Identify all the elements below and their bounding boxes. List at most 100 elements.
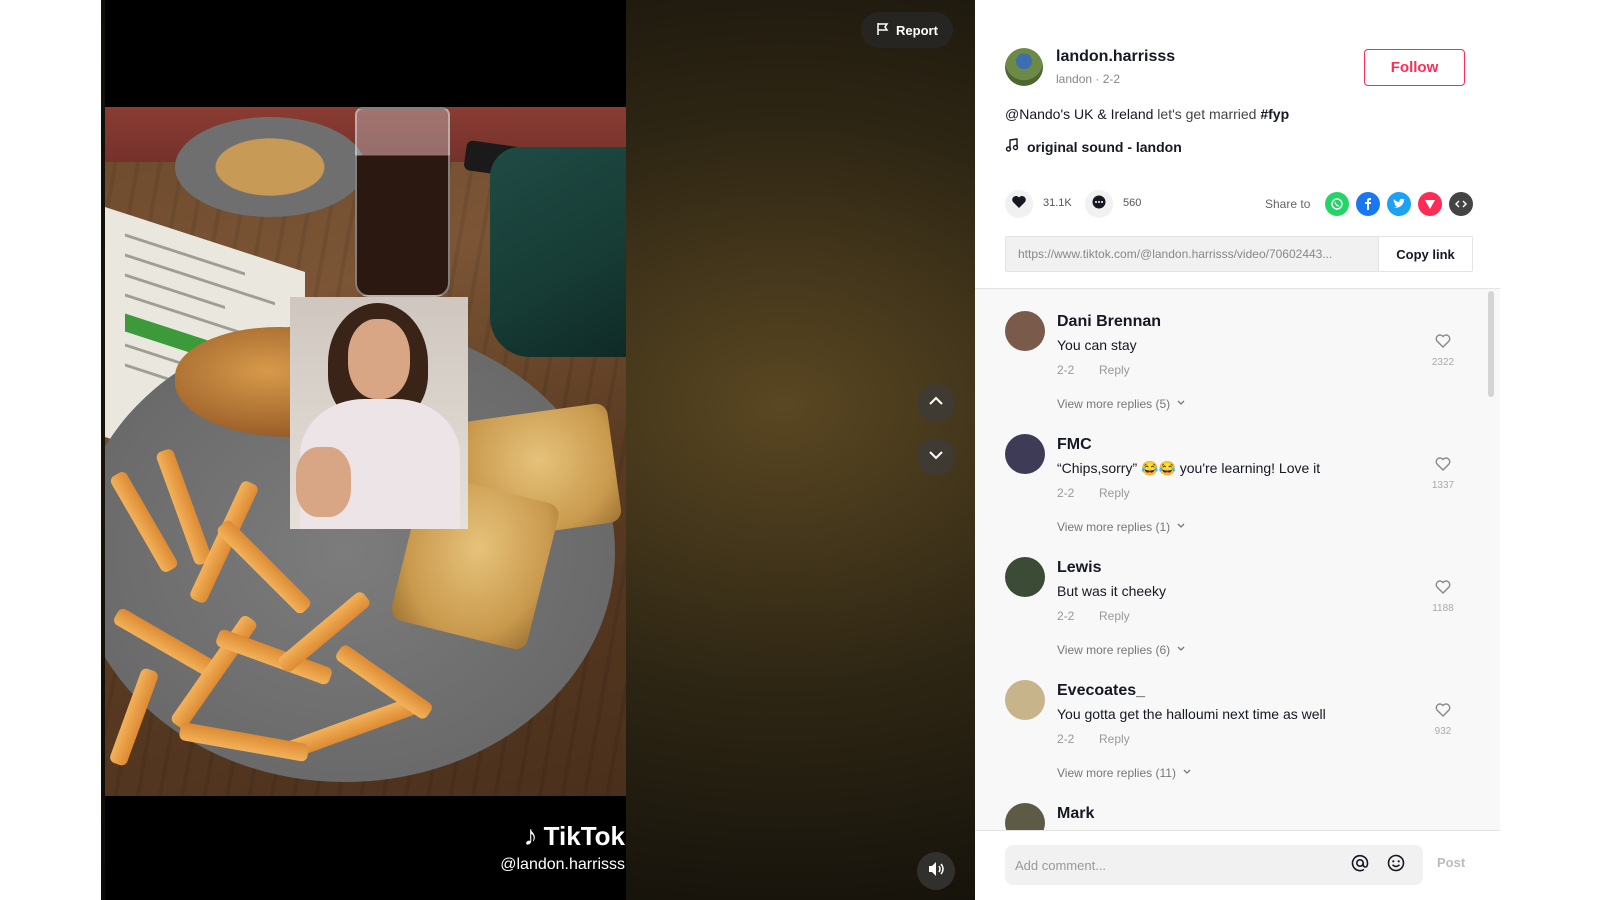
send-share-icon[interactable] — [1418, 192, 1442, 216]
view-more-replies[interactable]: View more replies (11) — [1057, 766, 1192, 780]
comment-author[interactable]: Evecoates_ — [1057, 682, 1145, 700]
video-player-area[interactable]: ♪ TikTok @landon.harrisss Report — [101, 0, 975, 900]
author-username[interactable]: landon.harrisss — [1056, 48, 1175, 66]
comment-text: “Chips,sorry” 😂😂 you're learning! Love i… — [1057, 460, 1321, 476]
comment-avatar[interactable] — [1005, 557, 1045, 597]
like-button[interactable] — [1005, 190, 1033, 218]
author-meta: landon · 2-2 — [1056, 72, 1121, 86]
comment-item: Dani Brennan You can stay 2-2 Reply View… — [975, 311, 1485, 431]
speaker-icon — [926, 859, 946, 884]
handbag — [490, 147, 626, 357]
comment-item: Lewis But was it cheeky 2-2 Reply View m… — [975, 557, 1485, 677]
reply-button[interactable]: Reply — [1099, 363, 1130, 377]
watermark-handle: @landon.harrisss — [500, 856, 625, 873]
caption-mention[interactable]: @Nando's UK & Ireland — [1005, 106, 1153, 122]
video-link-box: https://www.tiktok.com/@landon.harrisss/… — [1005, 236, 1473, 272]
comment-composer: Post — [975, 830, 1500, 900]
comment-like-button[interactable] — [1431, 577, 1455, 601]
comment-date: 2-2 — [1057, 609, 1075, 623]
engagement-row: 31.1K 560 Share to — [1005, 190, 1475, 220]
view-more-replies[interactable]: View more replies (6) — [1057, 643, 1186, 657]
embed-code-icon[interactable] — [1449, 192, 1473, 216]
view-more-replies[interactable]: View more replies (5) — [1057, 397, 1186, 411]
view-more-label: View more replies (6) — [1057, 643, 1171, 657]
comment-author[interactable]: FMC — [1057, 436, 1092, 454]
heart-outline-icon — [1434, 701, 1452, 724]
comment-author[interactable]: Lewis — [1057, 559, 1101, 577]
reply-button[interactable]: Reply — [1099, 732, 1130, 746]
caption-hashtag[interactable]: #fyp — [1260, 106, 1289, 122]
twitter-share-icon[interactable] — [1387, 192, 1411, 216]
tiktok-watermark: ♪ TikTok @landon.harrisss — [485, 820, 625, 874]
chevron-down-icon — [1182, 766, 1192, 780]
post-comment-button[interactable]: Post — [1437, 855, 1465, 870]
comment-count: 560 — [1123, 197, 1142, 209]
tiktok-note-icon: ♪ — [523, 820, 538, 851]
heart-outline-icon — [1434, 455, 1452, 478]
creator-overlay — [290, 297, 468, 529]
sound-label: original sound - landon — [1027, 138, 1182, 155]
comment-item: FMC “Chips,sorry” 😂😂 you're learning! Lo… — [975, 434, 1485, 554]
comments-list[interactable]: Dani Brennan You can stay 2-2 Reply View… — [975, 288, 1500, 830]
drink-glass — [355, 107, 450, 297]
view-more-replies[interactable]: View more replies (1) — [1057, 520, 1186, 534]
comment-date: 2-2 — [1057, 363, 1075, 377]
emoji-button[interactable] — [1384, 853, 1408, 877]
report-label: Report — [896, 22, 938, 38]
previous-video-button[interactable] — [917, 384, 955, 422]
chevron-down-icon — [927, 446, 945, 469]
comment-text: You gotta get the halloumi next time as … — [1057, 706, 1326, 722]
video-frame[interactable]: ♪ TikTok @landon.harrisss — [105, 0, 626, 900]
comment-text: You can stay — [1057, 337, 1137, 353]
comment-author[interactable]: Mark — [1057, 805, 1094, 823]
facebook-share-icon[interactable] — [1356, 192, 1380, 216]
like-count: 31.1K — [1043, 197, 1072, 209]
chevron-down-icon — [1176, 520, 1186, 534]
whatsapp-share-icon[interactable] — [1325, 192, 1349, 216]
comment-like-count: 1337 — [1431, 480, 1455, 491]
comment-like-count: 1188 — [1432, 603, 1454, 614]
comments-scrollbar[interactable] — [1488, 291, 1494, 397]
next-video-button[interactable] — [917, 438, 955, 476]
music-note-icon — [1005, 138, 1019, 155]
comment-like-count: 2322 — [1431, 357, 1455, 368]
follow-button[interactable]: Follow — [1364, 49, 1465, 86]
reply-button[interactable]: Reply — [1099, 609, 1130, 623]
comment-input-wrapper — [1005, 845, 1423, 885]
comment-author[interactable]: Dani Brennan — [1057, 313, 1161, 331]
comment-avatar[interactable] — [1005, 680, 1045, 720]
tiktok-logo: ♪ TikTok — [485, 820, 625, 852]
report-button[interactable]: Report — [861, 12, 953, 48]
comment-input[interactable] — [1015, 845, 1335, 885]
comment-button[interactable] — [1085, 190, 1113, 218]
sound-link[interactable]: original sound - landon — [1005, 138, 1182, 155]
comment-avatar[interactable] — [1005, 434, 1045, 474]
heart-outline-icon — [1434, 332, 1452, 355]
watermark-brand: TikTok — [543, 820, 625, 851]
comment-date: 2-2 — [1057, 732, 1075, 746]
share-label: Share to — [1265, 197, 1311, 211]
video-details-panel: landon.harrisss landon · 2-2 Follow @Nan… — [975, 0, 1500, 900]
copy-link-button[interactable]: Copy link — [1378, 237, 1472, 271]
comment-avatar[interactable] — [1005, 803, 1045, 830]
heart-outline-icon — [1434, 578, 1452, 601]
heart-icon — [1011, 194, 1027, 215]
comment-like-button[interactable] — [1431, 700, 1455, 724]
comment-bubble-icon — [1091, 194, 1107, 215]
comment-date: 2-2 — [1057, 486, 1075, 500]
author-display-name: landon — [1056, 72, 1093, 86]
post-date: 2-2 — [1102, 72, 1121, 86]
comment-avatar[interactable] — [1005, 311, 1045, 351]
volume-button[interactable] — [917, 852, 955, 890]
author-avatar[interactable] — [1005, 48, 1043, 86]
video-content — [105, 107, 626, 796]
chevron-down-icon — [1176, 397, 1186, 411]
chevron-up-icon — [927, 392, 945, 415]
flag-icon — [876, 22, 890, 39]
comment-like-count: 932 — [1434, 726, 1452, 737]
mention-button[interactable] — [1348, 853, 1372, 877]
comment-like-button[interactable] — [1431, 454, 1455, 478]
video-link-text[interactable]: https://www.tiktok.com/@landon.harrisss/… — [1006, 237, 1378, 271]
comment-like-button[interactable] — [1431, 331, 1455, 355]
reply-button[interactable]: Reply — [1099, 486, 1130, 500]
